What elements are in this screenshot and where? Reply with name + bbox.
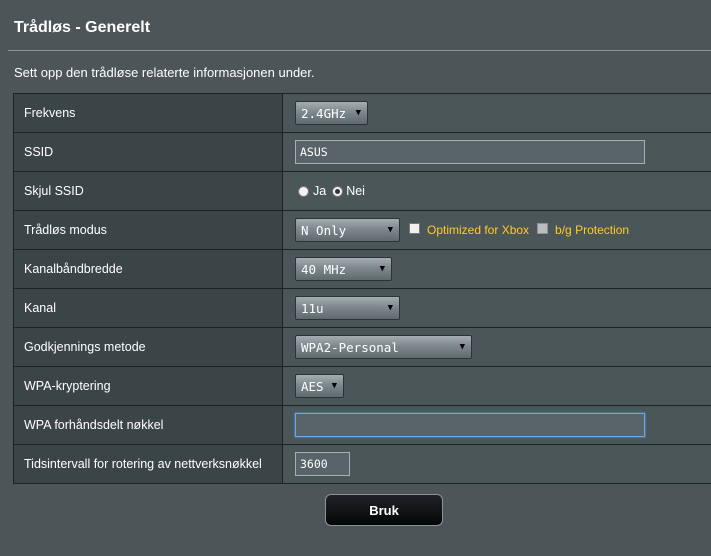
hide-ssid-label: Skjul SSID: [13, 172, 283, 210]
wpa-psk-input[interactable]: [295, 413, 645, 437]
chevron-down-icon: ▼: [355, 108, 361, 118]
bg-protection-label: b/g Protection: [555, 223, 630, 237]
wpa-encryption-row: WPA-kryptering AES ▼: [13, 367, 711, 406]
channel-bandwidth-select-value: 40 MHz: [301, 261, 347, 277]
settings-table: Frekvens 2.4GHz ▼ SSID Skjul SSID Ja Nei…: [13, 93, 711, 484]
auth-method-label: Godkjennings metode: [13, 328, 283, 366]
wpa-psk-label: WPA forhåndsdelt nøkkel: [13, 406, 283, 444]
channel-select-value: 11u: [301, 300, 324, 316]
apply-button[interactable]: Bruk: [325, 494, 443, 526]
chevron-down-icon: ▼: [331, 381, 337, 391]
wpa-encryption-label: WPA-kryptering: [13, 367, 283, 405]
title-divider: [8, 50, 711, 51]
auth-method-select-value: WPA2-Personal: [301, 339, 399, 355]
channel-bandwidth-label: Kanalbåndbredde: [13, 250, 283, 288]
auth-method-select[interactable]: WPA2-Personal ▼: [295, 335, 472, 359]
auth-method-row: Godkjennings metode WPA2-Personal ▼: [13, 328, 711, 367]
ssid-input[interactable]: [295, 140, 645, 164]
frequency-select-value: 2.4GHz: [301, 105, 347, 121]
wireless-mode-row: Trådløs modus N Only ▼ Optimized for Xbo…: [13, 211, 711, 250]
channel-bandwidth-select[interactable]: 40 MHz ▼: [295, 257, 392, 281]
wireless-mode-label: Trådløs modus: [13, 211, 283, 249]
wpa-encryption-select-value: AES: [301, 378, 324, 394]
hide-ssid-yes-label: Ja: [313, 184, 327, 198]
wireless-mode-select[interactable]: N Only ▼: [295, 218, 400, 242]
frequency-select[interactable]: 2.4GHz ▼: [295, 101, 368, 125]
bg-protection-checkbox[interactable]: [537, 222, 549, 234]
wpa-psk-row: WPA forhåndsdelt nøkkel: [13, 406, 711, 445]
wpa-encryption-select[interactable]: AES ▼: [295, 374, 344, 398]
frequency-row: Frekvens 2.4GHz ▼: [13, 94, 711, 133]
xbox-label: Optimized for Xbox: [427, 223, 530, 237]
chevron-down-icon: ▼: [387, 303, 393, 313]
hide-ssid-yes-radio[interactable]: [298, 185, 309, 197]
channel-bandwidth-row: Kanalbåndbredde 40 MHz ▼: [13, 250, 711, 289]
channel-label: Kanal: [13, 289, 283, 327]
chevron-down-icon: ▼: [387, 225, 393, 235]
frequency-label: Frekvens: [13, 94, 283, 132]
hide-ssid-row: Skjul SSID Ja Nei: [13, 172, 711, 211]
hide-ssid-no-radio[interactable]: [332, 185, 344, 197]
xbox-checkbox[interactable]: [409, 222, 420, 234]
key-rotation-input[interactable]: [295, 452, 350, 476]
channel-row: Kanal 11u ▼: [13, 289, 711, 328]
page-title: Trådløs - Generelt: [14, 19, 151, 36]
channel-select[interactable]: 11u ▼: [295, 296, 400, 320]
ssid-row: SSID: [13, 133, 711, 172]
wireless-mode-select-value: N Only: [301, 222, 347, 238]
key-rotation-label: Tidsintervall for rotering av nettverksn…: [13, 445, 283, 483]
chevron-down-icon: ▼: [379, 264, 385, 274]
chevron-down-icon: ▼: [459, 342, 465, 352]
ssid-label: SSID: [13, 133, 283, 171]
hide-ssid-no-label: Nei: [346, 184, 365, 198]
page-description: Sett opp den trådløse relaterte informas…: [14, 65, 315, 80]
key-rotation-row: Tidsintervall for rotering av nettverksn…: [13, 445, 711, 484]
